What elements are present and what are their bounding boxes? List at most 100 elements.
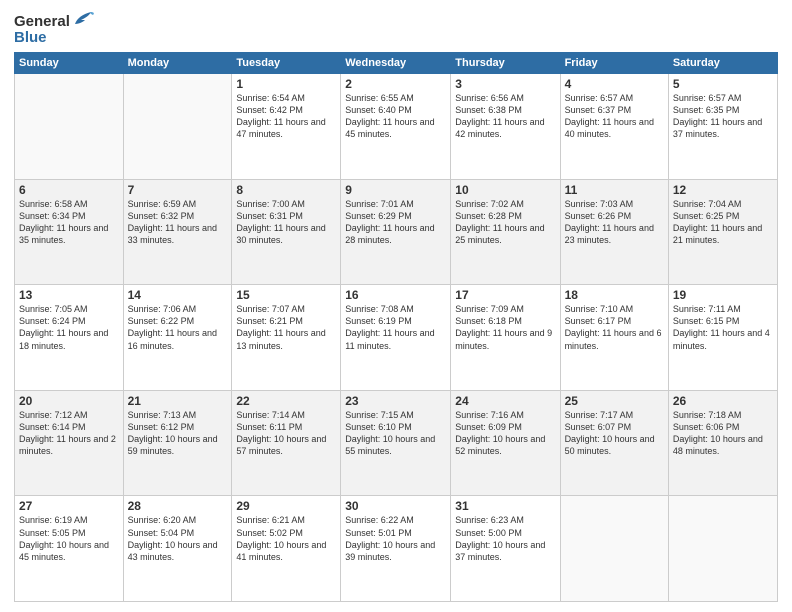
cell-text: Sunset: 6:12 PM xyxy=(128,421,228,433)
day-number: 28 xyxy=(128,499,228,513)
cell-text: Sunset: 5:02 PM xyxy=(236,527,336,539)
day-cell: 17Sunrise: 7:09 AMSunset: 6:18 PMDayligh… xyxy=(451,285,560,391)
logo-general: General xyxy=(14,13,70,30)
day-cell: 7Sunrise: 6:59 AMSunset: 6:32 PMDaylight… xyxy=(123,179,232,285)
cell-text: Sunset: 6:26 PM xyxy=(565,210,664,222)
cell-text: Daylight: 11 hours and 18 minutes. xyxy=(19,327,119,351)
cell-text: Sunrise: 7:04 AM xyxy=(673,198,773,210)
cell-text: Daylight: 11 hours and 6 minutes. xyxy=(565,327,664,351)
col-header-tuesday: Tuesday xyxy=(232,53,341,74)
day-cell: 18Sunrise: 7:10 AMSunset: 6:17 PMDayligh… xyxy=(560,285,668,391)
day-number: 8 xyxy=(236,183,336,197)
day-number: 15 xyxy=(236,288,336,302)
cell-text: Daylight: 10 hours and 52 minutes. xyxy=(455,433,555,457)
cell-text: Sunrise: 7:15 AM xyxy=(345,409,446,421)
day-number: 22 xyxy=(236,394,336,408)
cell-text: Sunrise: 7:11 AM xyxy=(673,303,773,315)
cell-text: Sunrise: 7:17 AM xyxy=(565,409,664,421)
cell-text: Sunrise: 7:09 AM xyxy=(455,303,555,315)
day-cell: 15Sunrise: 7:07 AMSunset: 6:21 PMDayligh… xyxy=(232,285,341,391)
cell-text: Sunrise: 7:06 AM xyxy=(128,303,228,315)
day-number: 21 xyxy=(128,394,228,408)
cell-text: Sunrise: 7:07 AM xyxy=(236,303,336,315)
day-number: 20 xyxy=(19,394,119,408)
cell-text: Sunset: 6:09 PM xyxy=(455,421,555,433)
day-cell: 23Sunrise: 7:15 AMSunset: 6:10 PMDayligh… xyxy=(341,390,451,496)
day-number: 3 xyxy=(455,77,555,91)
cell-text: Daylight: 11 hours and 28 minutes. xyxy=(345,222,446,246)
cell-text: Daylight: 11 hours and 25 minutes. xyxy=(455,222,555,246)
day-cell xyxy=(15,74,124,180)
calendar-table: SundayMondayTuesdayWednesdayThursdayFrid… xyxy=(14,52,778,602)
col-header-monday: Monday xyxy=(123,53,232,74)
cell-text: Sunset: 6:35 PM xyxy=(673,104,773,116)
cell-text: Daylight: 11 hours and 33 minutes. xyxy=(128,222,228,246)
cell-text: Sunset: 6:17 PM xyxy=(565,315,664,327)
cell-text: Sunrise: 7:01 AM xyxy=(345,198,446,210)
day-number: 7 xyxy=(128,183,228,197)
cell-text: Sunrise: 6:19 AM xyxy=(19,514,119,526)
day-cell: 31Sunrise: 6:23 AMSunset: 5:00 PMDayligh… xyxy=(451,496,560,602)
cell-text: Daylight: 11 hours and 40 minutes. xyxy=(565,116,664,140)
cell-text: Sunrise: 6:54 AM xyxy=(236,92,336,104)
day-cell: 1Sunrise: 6:54 AMSunset: 6:42 PMDaylight… xyxy=(232,74,341,180)
cell-text: Daylight: 10 hours and 41 minutes. xyxy=(236,539,336,563)
week-row-2: 6Sunrise: 6:58 AMSunset: 6:34 PMDaylight… xyxy=(15,179,778,285)
day-number: 16 xyxy=(345,288,446,302)
cell-text: Sunrise: 7:16 AM xyxy=(455,409,555,421)
cell-text: Sunset: 6:25 PM xyxy=(673,210,773,222)
cell-text: Sunrise: 6:21 AM xyxy=(236,514,336,526)
cell-text: Sunrise: 6:55 AM xyxy=(345,92,446,104)
day-number: 12 xyxy=(673,183,773,197)
cell-text: Daylight: 11 hours and 45 minutes. xyxy=(345,116,446,140)
cell-text: Daylight: 11 hours and 30 minutes. xyxy=(236,222,336,246)
cell-text: Daylight: 11 hours and 16 minutes. xyxy=(128,327,228,351)
day-cell: 6Sunrise: 6:58 AMSunset: 6:34 PMDaylight… xyxy=(15,179,124,285)
cell-text: Sunset: 6:15 PM xyxy=(673,315,773,327)
cell-text: Sunrise: 7:03 AM xyxy=(565,198,664,210)
cell-text: Sunset: 6:14 PM xyxy=(19,421,119,433)
day-cell: 8Sunrise: 7:00 AMSunset: 6:31 PMDaylight… xyxy=(232,179,341,285)
cell-text: Sunset: 6:40 PM xyxy=(345,104,446,116)
week-row-5: 27Sunrise: 6:19 AMSunset: 5:05 PMDayligh… xyxy=(15,496,778,602)
cell-text: Sunset: 5:04 PM xyxy=(128,527,228,539)
day-number: 25 xyxy=(565,394,664,408)
day-number: 27 xyxy=(19,499,119,513)
cell-text: Sunrise: 6:57 AM xyxy=(565,92,664,104)
day-cell: 4Sunrise: 6:57 AMSunset: 6:37 PMDaylight… xyxy=(560,74,668,180)
cell-text: Sunset: 6:11 PM xyxy=(236,421,336,433)
cell-text: Daylight: 10 hours and 37 minutes. xyxy=(455,539,555,563)
cell-text: Sunset: 6:37 PM xyxy=(565,104,664,116)
week-row-4: 20Sunrise: 7:12 AMSunset: 6:14 PMDayligh… xyxy=(15,390,778,496)
logo-bird-icon xyxy=(73,10,95,33)
day-number: 2 xyxy=(345,77,446,91)
cell-text: Sunset: 6:10 PM xyxy=(345,421,446,433)
cell-text: Sunset: 6:18 PM xyxy=(455,315,555,327)
cell-text: Sunrise: 7:14 AM xyxy=(236,409,336,421)
day-number: 14 xyxy=(128,288,228,302)
day-cell: 16Sunrise: 7:08 AMSunset: 6:19 PMDayligh… xyxy=(341,285,451,391)
cell-text: Sunrise: 6:56 AM xyxy=(455,92,555,104)
day-cell: 10Sunrise: 7:02 AMSunset: 6:28 PMDayligh… xyxy=(451,179,560,285)
week-row-1: 1Sunrise: 6:54 AMSunset: 6:42 PMDaylight… xyxy=(15,74,778,180)
cell-text: Sunset: 6:32 PM xyxy=(128,210,228,222)
day-number: 19 xyxy=(673,288,773,302)
day-number: 13 xyxy=(19,288,119,302)
col-header-sunday: Sunday xyxy=(15,53,124,74)
cell-text: Sunset: 6:29 PM xyxy=(345,210,446,222)
day-cell: 2Sunrise: 6:55 AMSunset: 6:40 PMDaylight… xyxy=(341,74,451,180)
cell-text: Sunset: 6:42 PM xyxy=(236,104,336,116)
col-header-thursday: Thursday xyxy=(451,53,560,74)
day-cell: 24Sunrise: 7:16 AMSunset: 6:09 PMDayligh… xyxy=(451,390,560,496)
col-header-wednesday: Wednesday xyxy=(341,53,451,74)
cell-text: Daylight: 10 hours and 57 minutes. xyxy=(236,433,336,457)
logo: General Blue xyxy=(14,10,95,46)
day-number: 17 xyxy=(455,288,555,302)
page: General Blue SundayMondayTuesdayWednesda… xyxy=(0,0,792,612)
cell-text: Sunset: 6:06 PM xyxy=(673,421,773,433)
day-cell: 21Sunrise: 7:13 AMSunset: 6:12 PMDayligh… xyxy=(123,390,232,496)
day-cell: 3Sunrise: 6:56 AMSunset: 6:38 PMDaylight… xyxy=(451,74,560,180)
cell-text: Sunset: 5:01 PM xyxy=(345,527,446,539)
cell-text: Sunrise: 7:08 AM xyxy=(345,303,446,315)
cell-text: Daylight: 11 hours and 13 minutes. xyxy=(236,327,336,351)
